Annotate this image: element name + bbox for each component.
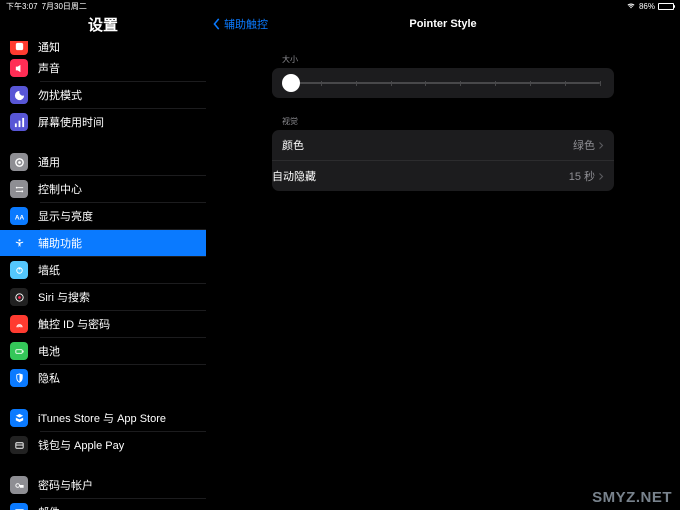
sidebar-item-siri[interactable]: Siri 与搜索	[0, 284, 206, 310]
sidebar-title: 设置	[0, 12, 206, 41]
sidebar-item-passwords[interactable]: 密码与帐户	[0, 472, 206, 498]
dnd-icon	[10, 86, 28, 104]
sounds-icon	[10, 59, 28, 77]
sidebar-item-label: 墙纸	[38, 262, 60, 278]
sidebar-item-itunes[interactable]: iTunes Store 与 App Store	[0, 405, 206, 431]
sidebar-item-wallet[interactable]: 钱包与 Apple Pay	[0, 432, 206, 458]
row-label: 自动隐藏	[272, 168, 316, 184]
watermark: SMYZ.NET	[592, 489, 672, 506]
sidebar-item-battery[interactable]: 电池	[0, 338, 206, 364]
screentime-icon	[10, 113, 28, 131]
sidebar-item-label: 显示与亮度	[38, 208, 93, 224]
pointer-size-slider[interactable]	[272, 68, 614, 98]
sidebar-item-label: Siri 与搜索	[38, 289, 90, 305]
main-pane: 辅助触控 Pointer Style 大小	[206, 12, 680, 510]
slider-thumb[interactable]	[282, 74, 300, 92]
battery-pct: 86%	[639, 2, 655, 11]
sidebar-item-mail[interactable]: 邮件	[0, 499, 206, 510]
row-label: 颜色	[282, 137, 304, 153]
wifi-icon	[626, 1, 636, 11]
sidebar-item-dnd[interactable]: 勿扰模式	[0, 82, 206, 108]
sidebar-item-label: 声音	[38, 60, 60, 76]
visual-group-label: 视觉	[272, 116, 614, 127]
accessibility-icon	[10, 234, 28, 252]
siri-icon	[10, 288, 28, 306]
sidebar-item-label: 密码与帐户	[38, 477, 93, 493]
sidebar-item-sounds[interactable]: 声音	[0, 55, 206, 81]
battery-icon	[10, 342, 28, 360]
back-button[interactable]: 辅助触控	[206, 16, 268, 32]
sidebar-item-label: 控制中心	[38, 181, 82, 197]
status-date: 7月30日周二	[42, 1, 87, 12]
wallet-icon	[10, 436, 28, 454]
back-label: 辅助触控	[224, 16, 268, 32]
sidebar-item-touchid[interactable]: 触控 ID 与密码	[0, 311, 206, 337]
sidebar-item-label: 电池	[38, 343, 60, 359]
sidebar-item-label: 通知	[38, 41, 60, 55]
chevron-right-icon	[598, 141, 604, 150]
size-group-label: 大小	[272, 54, 614, 65]
sidebar-item-wallpaper[interactable]: 墙纸	[0, 257, 206, 283]
sidebar-item-label: 触控 ID 与密码	[38, 316, 110, 332]
sidebar-item-label: 通用	[38, 154, 60, 170]
wallpaper-icon	[10, 261, 28, 279]
sidebar-item-general[interactable]: 通用	[0, 149, 206, 175]
row-autohide[interactable]: 自动隐藏 15 秒	[272, 160, 614, 191]
row-value: 15 秒	[569, 168, 604, 184]
sidebar-item-label: 邮件	[38, 504, 60, 510]
battery-icon	[658, 3, 674, 10]
row-value: 绿色	[573, 137, 604, 153]
display-icon: AA	[10, 207, 28, 225]
passwords-icon	[10, 476, 28, 494]
general-icon	[10, 153, 28, 171]
status-time: 下午3:07	[6, 1, 38, 12]
sidebar-item-display[interactable]: AA 显示与亮度	[0, 203, 206, 229]
notifications-icon	[10, 41, 28, 55]
svg-text:AA: AA	[14, 214, 24, 221]
touchid-icon	[10, 315, 28, 333]
chevron-right-icon	[598, 172, 604, 181]
sidebar-item-label: 屏幕使用时间	[38, 114, 104, 130]
sidebar-item-privacy[interactable]: 隐私	[0, 365, 206, 391]
sidebar-item-label: iTunes Store 与 App Store	[38, 410, 166, 426]
row-color[interactable]: 颜色 绿色	[272, 130, 614, 160]
sidebar-item-label: 辅助功能	[38, 235, 82, 251]
sidebar-item-notifications[interactable]: 通知	[0, 41, 206, 55]
page-title: Pointer Style	[409, 18, 476, 30]
sidebar-item-control-center[interactable]: 控制中心	[0, 176, 206, 202]
sidebar-item-accessibility[interactable]: 辅助功能	[0, 230, 206, 256]
control-center-icon	[10, 180, 28, 198]
mail-icon	[10, 503, 28, 510]
sidebar-item-screentime[interactable]: 屏幕使用时间	[0, 109, 206, 135]
itunes-icon	[10, 409, 28, 427]
sidebar[interactable]: 设置 通知声音勿扰模式屏幕使用时间通用控制中心 AA 显示与亮度辅助功能墙纸 Siri…	[0, 12, 206, 510]
sidebar-item-label: 勿扰模式	[38, 87, 82, 103]
sidebar-item-label: 隐私	[38, 370, 60, 386]
status-bar: 下午3:07 7月30日周二 86%	[0, 0, 680, 12]
privacy-icon	[10, 369, 28, 387]
sidebar-item-label: 钱包与 Apple Pay	[38, 437, 124, 453]
